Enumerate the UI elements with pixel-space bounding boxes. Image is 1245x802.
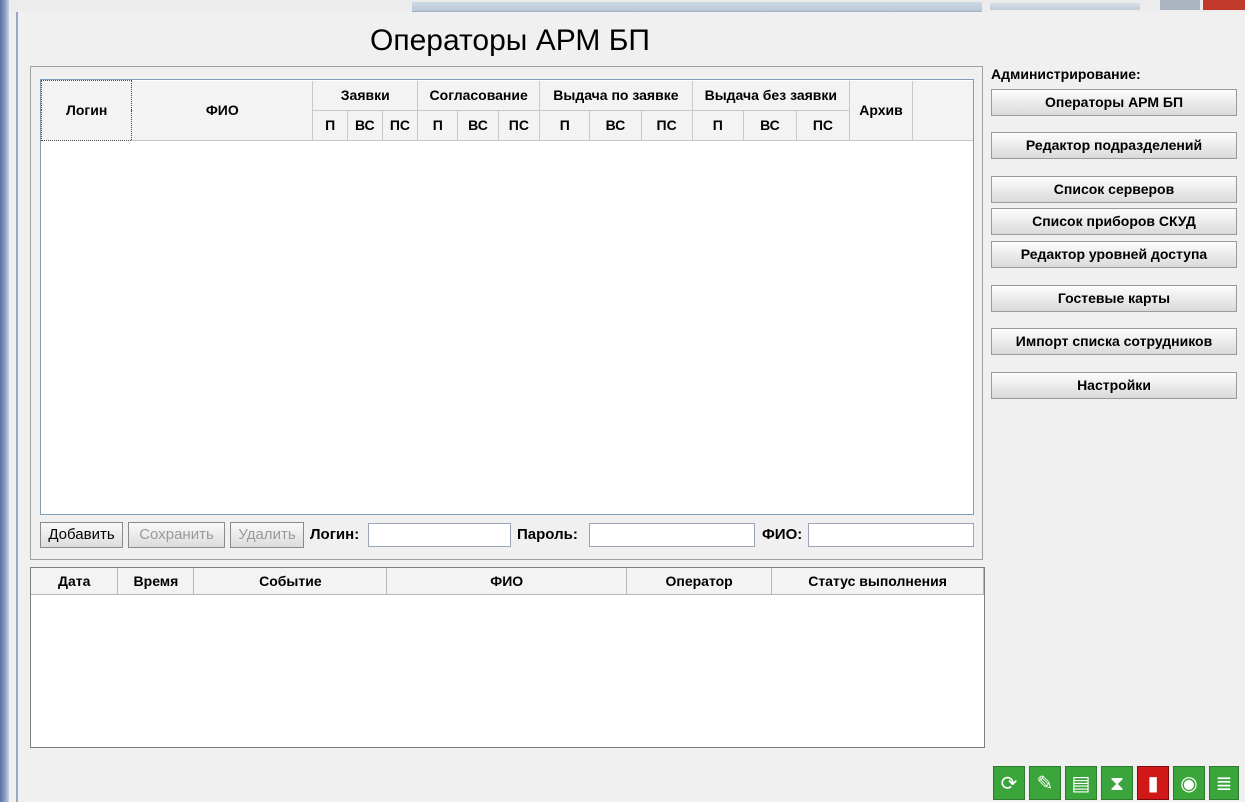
admin-access-levels-button[interactable]: Редактор уровней доступа [991,241,1237,268]
col-header-login[interactable]: Логин [41,80,133,141]
window-left-border [16,12,18,802]
fio-label: ФИО: [762,526,803,543]
database-icon[interactable]: ≣ [1209,766,1239,800]
col-group-requests: Заявки [312,80,419,111]
col-header-approval-vs[interactable]: ВС [457,110,499,141]
col-group-approval: Согласование [417,80,541,111]
window-top-strip [0,0,1245,12]
col-header-issue-by-request-p[interactable]: П [539,110,591,141]
admin-operators-button[interactable]: Операторы АРМ БП [991,89,1237,116]
col-header-issue-without-request-ps[interactable]: ПС [796,110,850,141]
col-header-event[interactable]: Событие [193,568,388,595]
col-header-status[interactable]: Статус выполнения [771,568,984,595]
close-button[interactable] [1203,0,1245,10]
admin-settings-button[interactable]: Настройки [991,372,1237,399]
col-header-issue-without-request-vs[interactable]: ВС [743,110,797,141]
edit-icon[interactable]: ✎ [1029,766,1061,800]
maximize-button[interactable] [1160,0,1200,10]
delete-button[interactable]: Удалить [230,522,304,548]
operator-form: Добавить Сохранить Удалить Логин: Пароль… [40,522,974,548]
title-bar [412,2,982,12]
col-header-requests-vs[interactable]: ВС [347,110,383,141]
col-header-issue-without-request-p[interactable]: П [692,110,744,141]
col-header-time[interactable]: Время [117,568,195,595]
col-group-issue-by-request: Выдача по заявке [539,80,693,111]
col-header-issue-by-request-vs[interactable]: ВС [589,110,642,141]
door-icon[interactable]: ▮ [1137,766,1169,800]
save-button[interactable]: Сохранить [128,522,225,548]
col-group-issue-without-request: Выдача без заявки [692,80,850,111]
window-left-edge [0,0,9,802]
admin-departments-editor-button[interactable]: Редактор подразделений [991,132,1237,159]
col-header-approval-ps[interactable]: ПС [498,110,541,141]
col-header-approval-p[interactable]: П [417,110,459,141]
password-input[interactable] [589,523,755,547]
col-header-event-fio[interactable]: ФИО [386,568,628,595]
refresh-icon[interactable]: ⟳ [993,766,1025,800]
col-header-issue-by-request-ps[interactable]: ПС [641,110,693,141]
col-header-requests-ps[interactable]: ПС [382,110,419,141]
id-card-icon[interactable]: ▤ [1065,766,1097,800]
admin-title: Администрирование: [991,66,1141,82]
fio-input[interactable] [808,523,974,547]
admin-servers-list-button[interactable]: Список серверов [991,176,1237,203]
operators-table[interactable]: Логин ФИО Заявки Согласование Выдача по … [40,79,974,515]
col-header-date[interactable]: Дата [31,568,119,595]
page-title: Операторы АРМ БП [370,24,650,57]
col-header-requests-p[interactable]: П [312,110,348,141]
login-input[interactable] [368,523,511,547]
title-bar-segment [990,3,1140,10]
events-table[interactable]: Дата Время Событие ФИО Оператор Статус в… [30,567,985,748]
col-header-filler [912,80,973,141]
hourglass-icon[interactable]: ⧗ [1101,766,1133,800]
login-label: Логин: [310,526,360,543]
webcam-icon[interactable]: ◉ [1173,766,1205,800]
col-header-fio[interactable]: ФИО [131,80,314,141]
password-label: Пароль: [517,526,578,543]
admin-guest-cards-button[interactable]: Гостевые карты [991,285,1237,312]
col-header-operator[interactable]: Оператор [626,568,773,595]
admin-skud-devices-button[interactable]: Список приборов СКУД [991,208,1237,235]
col-header-archive[interactable]: Архив [849,80,914,141]
admin-import-employees-button[interactable]: Импорт списка сотрудников [991,328,1237,355]
add-button[interactable]: Добавить [40,522,123,548]
